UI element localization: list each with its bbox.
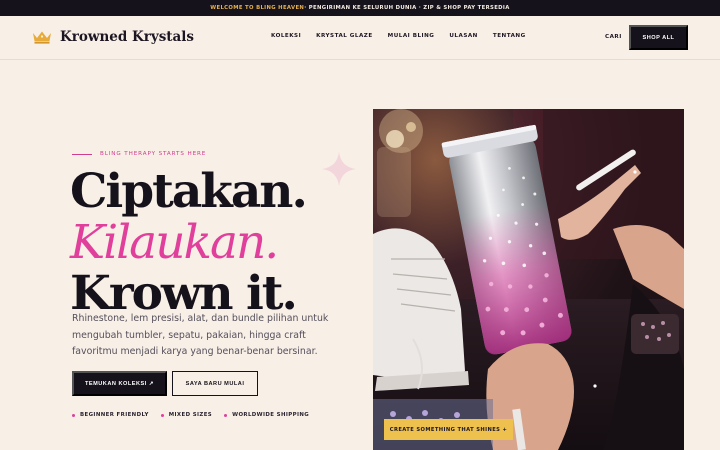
hero-headline: Ciptakan. Kilaukan. Krown it. <box>70 164 308 319</box>
photo-cta-badge[interactable]: CREATE SOMETHING THAT SHINES + <box>384 419 513 440</box>
feature-item: WORLDWIDE SHIPPING <box>224 412 309 418</box>
main-menu: KOLEKSI KRYSTAL GLAZE MULAI BLING ULASAN… <box>271 33 526 39</box>
announcement-highlight: WELCOME TO BLING HEAVEN <box>210 5 305 11</box>
site-header: Krowned Krystals KOLEKSI KRYSTAL GLAZE M… <box>0 16 720 60</box>
feature-label: WORLDWIDE SHIPPING <box>232 412 310 418</box>
menu-item-koleksi[interactable]: KOLEKSI <box>271 33 301 39</box>
eyebrow-text: BLING THERAPY STARTS HERE <box>100 151 207 157</box>
feature-label: BEGINNER FRIENDLY <box>80 412 149 418</box>
eyebrow-divider <box>72 153 92 155</box>
feature-item: BEGINNER FRIENDLY <box>72 412 149 418</box>
crown-icon <box>33 31 51 44</box>
brand-name: Krowned Krystals <box>60 29 195 45</box>
bullet-dot-icon <box>160 413 164 417</box>
announcement-text: · PENGIRIMAN KE SELURUH DUNIA · ZIP & SH… <box>304 5 510 11</box>
menu-item-mulai-bling[interactable]: MULAI BLING <box>388 33 435 39</box>
beginner-button[interactable]: SAYA BARU MULAI <box>172 371 258 396</box>
hero-photo <box>373 109 684 450</box>
menu-item-krystal-glaze[interactable]: KRYSTAL GLAZE <box>316 33 373 39</box>
feature-label: MIXED SIZES <box>168 412 213 418</box>
shop-all-button[interactable]: SHOP ALL <box>629 25 688 50</box>
brand-logo[interactable]: Krowned Krystals <box>32 29 194 45</box>
menu-item-ulasan[interactable]: ULASAN <box>449 33 477 39</box>
headline-line-2: Kilaukan. <box>70 215 279 270</box>
feature-list: BEGINNER FRIENDLY MIXED SIZES WORLDWIDE … <box>72 412 309 418</box>
bullet-dot-icon <box>72 413 75 417</box>
headline-line-1: Ciptakan. <box>70 164 308 219</box>
hero-eyebrow: BLING THERAPY STARTS HERE <box>72 151 206 157</box>
search-link[interactable]: CARI <box>605 34 622 40</box>
hero-description: Rhinestone, lem presisi, alat, dan bundl… <box>72 313 329 357</box>
discover-collection-button[interactable]: TEMUKAN KOLEKSI ↗ <box>72 371 167 396</box>
sparkle-icon <box>322 152 356 186</box>
menu-item-tentang[interactable]: TENTANG <box>493 33 526 39</box>
announcement-bar: WELCOME TO BLING HEAVEN · PENGIRIMAN KE … <box>0 0 720 16</box>
bullet-dot-icon <box>224 413 228 417</box>
feature-item: MIXED SIZES <box>160 412 213 418</box>
